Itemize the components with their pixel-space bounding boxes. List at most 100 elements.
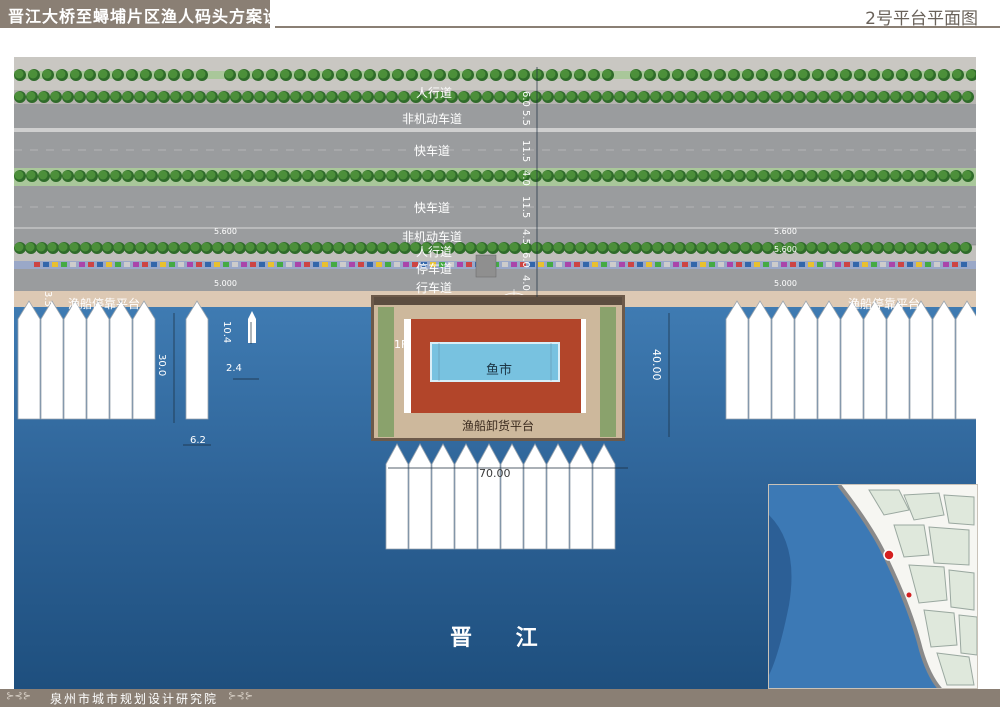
street-tree [398,91,410,103]
street-tree [158,170,170,182]
street-tree [322,69,334,81]
street-tree [602,170,614,182]
street-tree [14,242,26,254]
street-tree [280,69,292,81]
dim-small-5: 5.600 [774,245,797,254]
street-tree [782,91,794,103]
street-tree [700,69,712,81]
street-tree [266,69,278,81]
street-tree [542,91,554,103]
parked-car [781,262,787,267]
street-tree [366,242,378,254]
parked-car [304,262,310,267]
street-tree [614,91,626,103]
street-tree [146,242,158,254]
street-tree [182,91,194,103]
street-tree [201,242,213,254]
street-tree [916,242,928,254]
street-tree [566,91,578,103]
street-tree [470,91,482,103]
label-sidewalk-top: 人行道 [416,86,453,100]
street-tree [506,91,518,103]
fishing-boat [546,443,570,550]
fishing-boat [132,300,156,420]
street-tree [850,242,862,254]
dim-platform-width: 70.00 [479,467,511,480]
parked-car [385,262,391,267]
street-tree [112,69,124,81]
label-berth-right: 渔船停靠平台 [848,297,921,311]
street-tree [826,69,838,81]
street-tree [102,242,114,254]
parked-car [178,262,184,267]
street-tree [154,69,166,81]
street-tree [506,170,518,182]
street-tree [110,170,122,182]
street-tree [146,170,158,182]
parked-car [331,262,337,267]
street-tree [26,170,38,182]
street-tree [650,91,662,103]
street-tree [113,242,125,254]
parked-car [43,262,49,267]
fishing-boat [17,300,41,420]
street-tree [588,69,600,81]
dim-road-6: 4.5 [520,229,531,245]
street-tree [574,69,586,81]
drawing-title: 2号平台平面图 [865,9,978,29]
street-tree [38,91,50,103]
street-tree [74,91,86,103]
street-tree [86,170,98,182]
parked-car [403,262,409,267]
street-tree [362,91,374,103]
parked-car [610,262,616,267]
street-tree [950,170,962,182]
street-tree [157,242,169,254]
street-tree [38,170,50,182]
fishing-boat [63,300,87,420]
street-tree [206,170,218,182]
street-tree [949,242,961,254]
street-tree [267,242,279,254]
street-tree [494,170,506,182]
parked-car [511,262,517,267]
street-tree [597,242,609,254]
parked-car [151,262,157,267]
street-tree [84,69,96,81]
parked-car [952,262,958,267]
street-tree [718,242,730,254]
street-tree [224,69,236,81]
street-tree [806,91,818,103]
parked-car [115,262,121,267]
street-tree [338,170,350,182]
street-tree [446,170,458,182]
street-tree [355,242,367,254]
street-tree [794,91,806,103]
street-tree [590,170,602,182]
street-tree [194,91,206,103]
street-tree [56,69,68,81]
street-tree [962,91,974,103]
street-tree [80,242,92,254]
fishing-boat [523,443,547,550]
street-tree [69,242,81,254]
street-tree [448,69,460,81]
street-tree [62,170,74,182]
dim-road-3: 11.5 [520,140,531,163]
street-tree [422,170,434,182]
parked-car [349,262,355,267]
street-tree [110,91,122,103]
parked-car [889,262,895,267]
fishing-boat [725,300,749,420]
parked-car [862,262,868,267]
street-tree [194,170,206,182]
street-tree [578,91,590,103]
street-tree [542,242,554,254]
street-tree [374,91,386,103]
street-tree [62,91,74,103]
parked-car [817,262,823,267]
street-tree [734,170,746,182]
street-tree [518,69,530,81]
street-tree [336,69,348,81]
street-tree [902,91,914,103]
